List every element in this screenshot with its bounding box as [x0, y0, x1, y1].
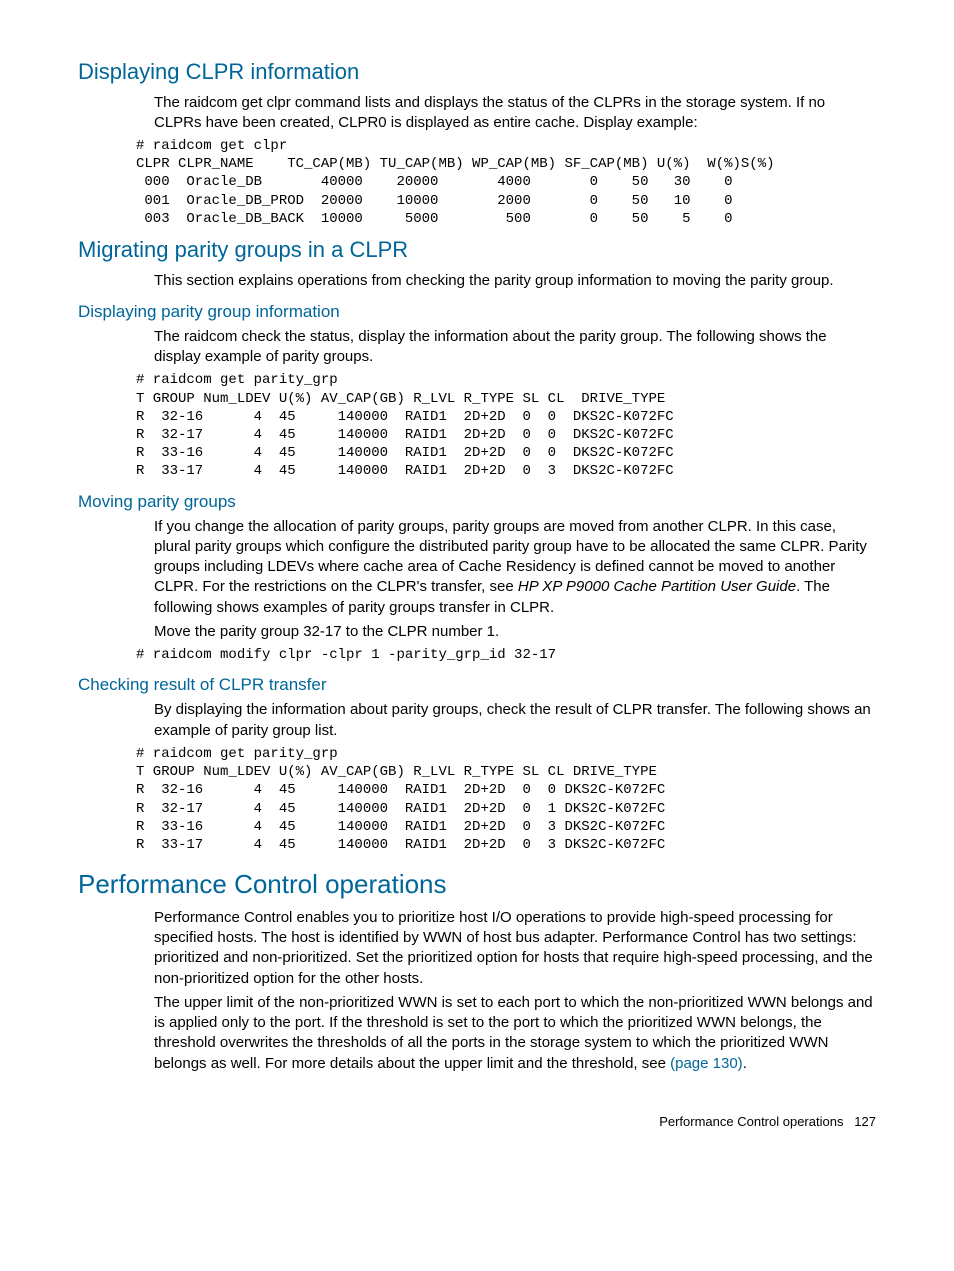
heading-displaying-parity-group-information: Displaying parity group information	[78, 301, 876, 323]
footer-page-number: 127	[854, 1114, 876, 1129]
code-block-get-parity-grp-1: # raidcom get parity_grp T GROUP Num_LDE…	[136, 371, 876, 480]
heading-displaying-clpr-information: Displaying CLPR information	[78, 58, 876, 87]
footer-section-label: Performance Control operations	[659, 1114, 843, 1129]
text: The upper limit of the non-prioritized W…	[154, 994, 873, 1072]
paragraph: By displaying the information about pari…	[154, 700, 876, 741]
heading-checking-result-clpr-transfer: Checking result of CLPR transfer	[78, 674, 876, 696]
paragraph: The raidcom get clpr command lists and d…	[154, 93, 876, 134]
reference-italic: HP XP P9000 Cache Partition User Guide	[518, 578, 796, 595]
page-reference-link[interactable]: (page 130)	[670, 1055, 743, 1072]
paragraph: Performance Control enables you to prior…	[154, 908, 876, 989]
code-block-modify-clpr: # raidcom modify clpr -clpr 1 -parity_gr…	[136, 646, 876, 664]
code-block-get-parity-grp-2: # raidcom get parity_grp T GROUP Num_LDE…	[136, 745, 876, 854]
heading-performance-control-operations: Performance Control operations	[78, 868, 876, 902]
paragraph: The raidcom check the status, display th…	[154, 327, 876, 368]
code-block-get-clpr: # raidcom get clpr CLPR CLPR_NAME TC_CAP…	[136, 137, 876, 228]
paragraph: This section explains operations from ch…	[154, 271, 876, 291]
paragraph: The upper limit of the non-prioritized W…	[154, 993, 876, 1074]
text: .	[743, 1055, 747, 1072]
paragraph: If you change the allocation of parity g…	[154, 517, 876, 618]
page-footer: Performance Control operations 127	[78, 1114, 876, 1131]
paragraph: Move the parity group 32-17 to the CLPR …	[154, 622, 876, 642]
heading-migrating-parity-groups: Migrating parity groups in a CLPR	[78, 236, 876, 265]
heading-moving-parity-groups: Moving parity groups	[78, 491, 876, 513]
